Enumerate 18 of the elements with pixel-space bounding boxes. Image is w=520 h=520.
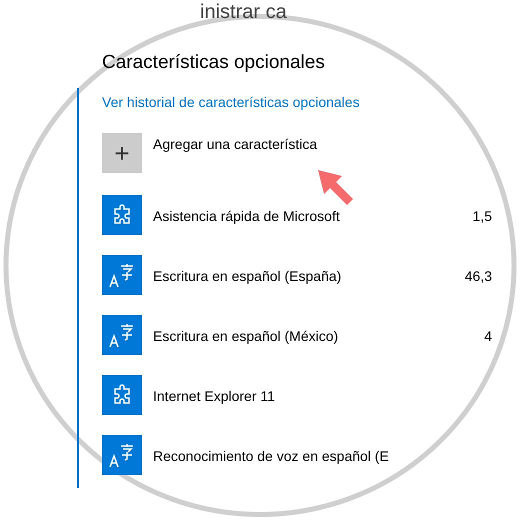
feature-size: 4 bbox=[484, 327, 492, 346]
puzzle-icon bbox=[102, 195, 142, 235]
feature-name[interactable]: Escritura en español (México) bbox=[153, 326, 338, 347]
section-title: Características opcionales bbox=[102, 51, 326, 75]
feature-name[interactable]: Internet Explorer 11 bbox=[153, 386, 275, 407]
feature-name[interactable]: Escritura en español (España) bbox=[153, 266, 342, 287]
add-feature-label[interactable]: Agregar una característica bbox=[153, 134, 318, 155]
feature-name[interactable]: Reconocimiento de voz en español (E bbox=[153, 446, 389, 467]
feature-name[interactable]: Asistencia rápida de Microsoft bbox=[153, 206, 340, 227]
add-button[interactable]: + bbox=[102, 133, 142, 173]
puzzle-icon bbox=[102, 375, 142, 415]
history-link[interactable]: Ver historial de características opcionales bbox=[102, 92, 360, 113]
language-icon bbox=[102, 255, 142, 295]
page-title: inistrar ca bbox=[200, 0, 288, 24]
feature-size: 1,5 bbox=[472, 207, 492, 226]
language-icon bbox=[102, 315, 142, 355]
language-icon bbox=[102, 435, 142, 475]
feature-size: 46,3 bbox=[464, 267, 492, 286]
